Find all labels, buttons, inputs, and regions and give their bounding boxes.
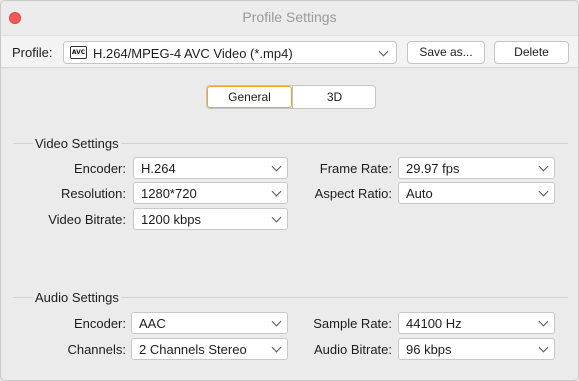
- profile-settings-window: Profile Settings Profile: AVC H.264/MPEG…: [0, 0, 579, 381]
- chevron-down-icon: [271, 316, 282, 327]
- resolution-label: Resolution:: [60, 186, 126, 201]
- video-bitrate-value: 1200 kbps: [141, 212, 201, 227]
- chevron-down-icon: [538, 342, 549, 353]
- chevron-down-icon: [538, 316, 549, 327]
- audio-bitrate-select[interactable]: 96 kbps: [398, 338, 555, 360]
- tab-3d[interactable]: 3D: [292, 86, 375, 108]
- save-as-button[interactable]: Save as...: [407, 41, 485, 64]
- window-title: Profile Settings: [242, 9, 337, 25]
- title-bar: Profile Settings: [1, 1, 578, 35]
- frame-rate-label: Frame Rate:: [319, 161, 392, 176]
- tab-general[interactable]: General: [207, 86, 292, 108]
- avc-icon: AVC: [70, 46, 87, 59]
- audio-settings-title: Audio Settings: [33, 290, 121, 305]
- settings-tabs: General 3D: [206, 85, 376, 109]
- frame-rate-value: 29.97 fps: [406, 161, 460, 176]
- profile-label: Profile:: [12, 45, 53, 60]
- audio-encoder-select[interactable]: AAC: [131, 312, 288, 334]
- chevron-down-icon: [271, 342, 282, 353]
- video-encoder-value: H.264: [141, 161, 176, 176]
- frame-rate-select[interactable]: 29.97 fps: [398, 157, 555, 179]
- resolution-select[interactable]: 1280*720: [133, 182, 288, 204]
- profile-value: H.264/MPEG-4 AVC Video (*.mp4): [93, 46, 293, 61]
- audio-encoder-value: AAC: [139, 316, 166, 331]
- resolution-value: 1280*720: [141, 186, 197, 201]
- sample-rate-select[interactable]: 44100 Hz: [398, 312, 555, 334]
- video-settings-title: Video Settings: [33, 136, 121, 151]
- chevron-down-icon: [538, 161, 549, 172]
- chevron-down-icon: [378, 46, 389, 57]
- audio-encoder-label: Encoder:: [73, 316, 126, 331]
- chevron-down-icon: [271, 186, 282, 197]
- aspect-ratio-label: Aspect Ratio:: [314, 186, 392, 201]
- channels-value: 2 Channels Stereo: [139, 342, 247, 357]
- video-encoder-select[interactable]: H.264: [133, 157, 288, 179]
- aspect-ratio-select[interactable]: Auto: [398, 182, 555, 204]
- profile-toolbar: Profile: AVC H.264/MPEG-4 AVC Video (*.m…: [1, 35, 578, 68]
- chevron-down-icon: [271, 212, 282, 223]
- audio-bitrate-value: 96 kbps: [406, 342, 452, 357]
- sample-rate-label: Sample Rate:: [313, 316, 392, 331]
- channels-select[interactable]: 2 Channels Stereo: [131, 338, 288, 360]
- video-encoder-label: Encoder:: [73, 161, 126, 176]
- channels-label: Channels:: [67, 342, 126, 357]
- aspect-ratio-value: Auto: [406, 186, 433, 201]
- audio-bitrate-label: Audio Bitrate:: [313, 342, 392, 357]
- video-bitrate-select[interactable]: 1200 kbps: [133, 208, 288, 230]
- sample-rate-value: 44100 Hz: [406, 316, 462, 331]
- video-bitrate-label: Video Bitrate:: [48, 212, 126, 227]
- profile-select[interactable]: AVC H.264/MPEG-4 AVC Video (*.mp4): [63, 41, 397, 64]
- chevron-down-icon: [538, 186, 549, 197]
- chevron-down-icon: [271, 161, 282, 172]
- delete-button[interactable]: Delete: [494, 41, 569, 64]
